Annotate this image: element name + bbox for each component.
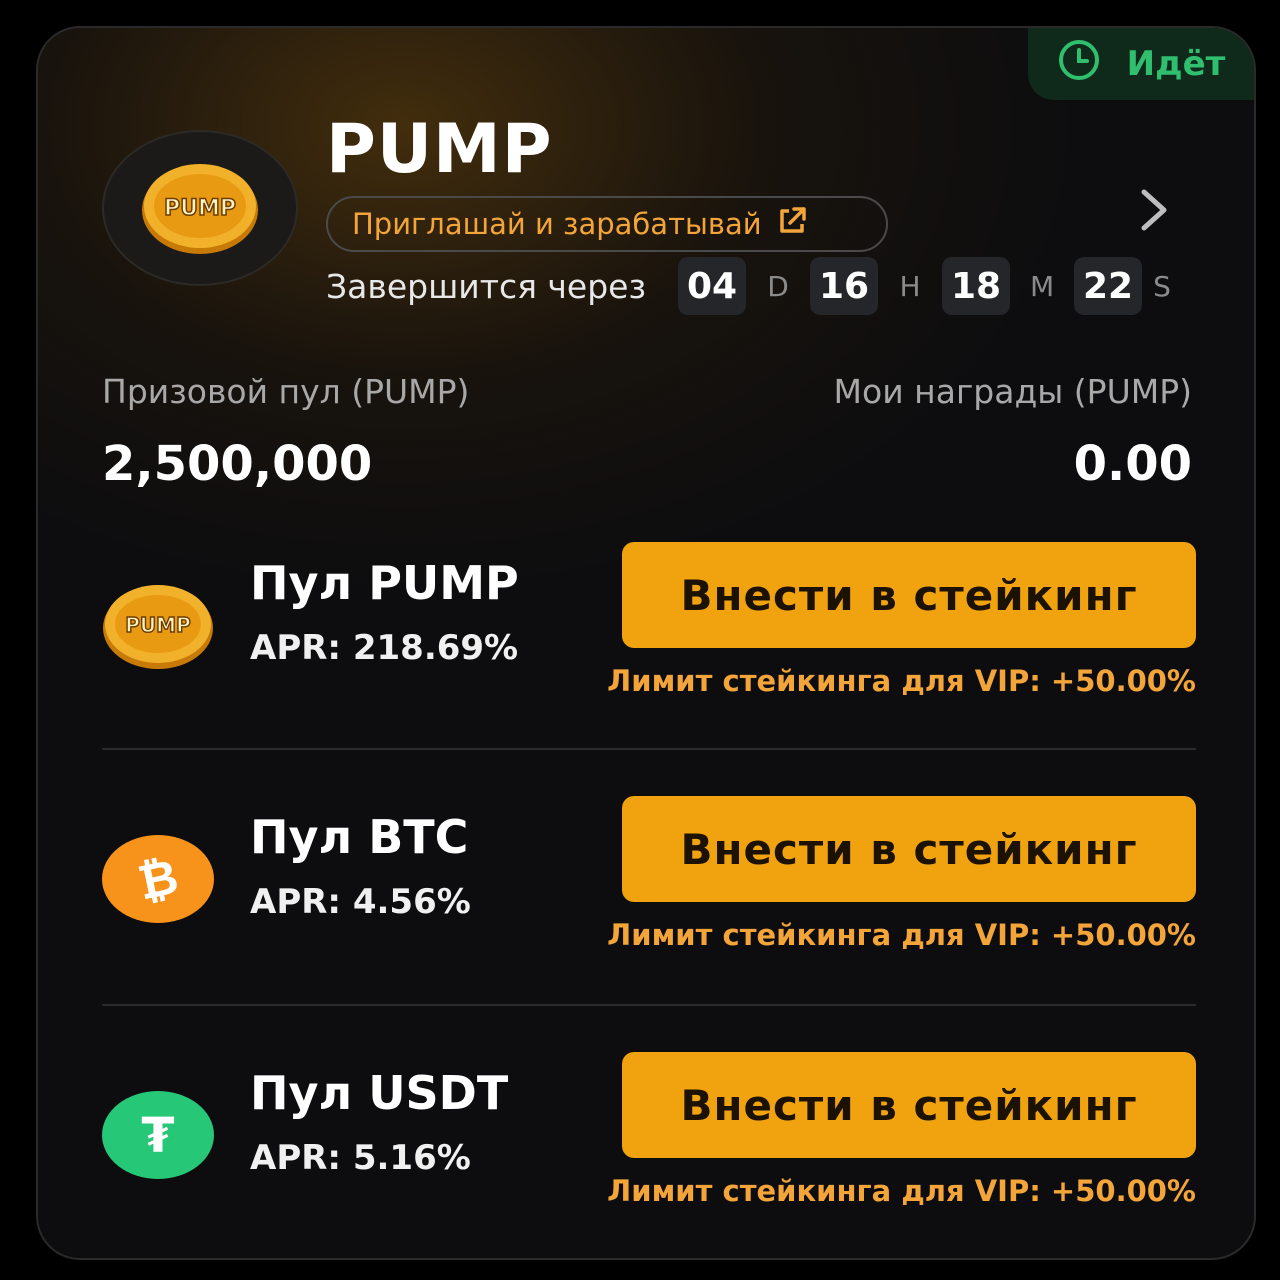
countdown-hours-unit: H	[899, 269, 921, 303]
stake-button-usdt[interactable]: Внести в стейкинг	[622, 1052, 1196, 1158]
vip-limit-text: Лимит стейкинга для VIP: +50.00%	[607, 918, 1196, 952]
status-label: Идёт	[1126, 44, 1226, 84]
coin-text: ₮	[141, 1108, 174, 1164]
countdown-seconds: 22	[1074, 257, 1143, 315]
usdt-coin-icon: ₮	[102, 1090, 214, 1202]
divider	[102, 748, 1196, 750]
my-rewards-label: Мои награды (PUMP)	[833, 372, 1192, 411]
vip-limit-text: Лимит стейкинга для VIP: +50.00%	[607, 1174, 1196, 1208]
pool-usdt: ₮ Пул USDT APR: 5.16% Внести в стейкинг …	[102, 1052, 1196, 1258]
external-link-icon	[774, 203, 810, 246]
countdown-minutes-unit: M	[1029, 269, 1055, 303]
campaign-card: Идёт PUMP PUMP Приглашай и зарабатывай З…	[36, 26, 1256, 1260]
pool-name: Пул USDT	[250, 1066, 509, 1120]
pool-pump: PUMP Пул PUMP APR: 218.69% Внести в стей…	[102, 542, 1196, 800]
invite-label: Приглашай и зарабатывай	[352, 207, 762, 241]
pool-name: Пул PUMP	[250, 556, 519, 610]
countdown-minutes: 18	[942, 257, 1011, 315]
countdown-days: 04	[678, 257, 747, 315]
stake-button-pump[interactable]: Внести в стейкинг	[622, 542, 1196, 648]
divider	[102, 1004, 1196, 1006]
page-title: PUMP	[326, 110, 553, 189]
stake-button-btc[interactable]: Внести в стейкинг	[622, 796, 1196, 902]
vip-limit-text: Лимит стейкинга для VIP: +50.00%	[607, 664, 1196, 698]
coin-text: PUMP	[125, 613, 190, 637]
countdown: Завершится через 04 D 16 H 18 M 22 S	[326, 256, 1182, 316]
pool-apr: APR: 5.16%	[250, 1138, 471, 1178]
pool-apr: APR: 218.69%	[250, 628, 519, 668]
pool-btc: ₿ Пул BTC APR: 4.56% Внести в стейкинг Л…	[102, 796, 1196, 1054]
invite-button[interactable]: Приглашай и зарабатывай	[326, 196, 888, 252]
status-badge: Идёт	[1028, 28, 1254, 100]
pump-coin-icon: PUMP	[142, 164, 258, 254]
prize-pool-value: 2,500,000	[102, 436, 373, 492]
pool-name: Пул BTC	[250, 810, 469, 864]
clock-icon	[1057, 38, 1101, 91]
countdown-days-unit: D	[767, 269, 789, 303]
btc-coin-icon: ₿	[102, 834, 214, 946]
prize-pool-label: Призовой пул (PUMP)	[102, 372, 470, 411]
countdown-label: Завершится через	[326, 266, 647, 306]
pump-coin-logo: PUMP	[102, 130, 298, 286]
pool-apr: APR: 4.56%	[250, 882, 471, 922]
pump-coin-icon: PUMP	[102, 580, 214, 692]
chevron-right-icon[interactable]	[1134, 188, 1174, 236]
countdown-seconds-unit: S	[1153, 269, 1171, 303]
coin-text: PUMP	[164, 196, 236, 221]
countdown-hours: 16	[810, 257, 879, 315]
my-rewards-value: 0.00	[1073, 436, 1192, 492]
